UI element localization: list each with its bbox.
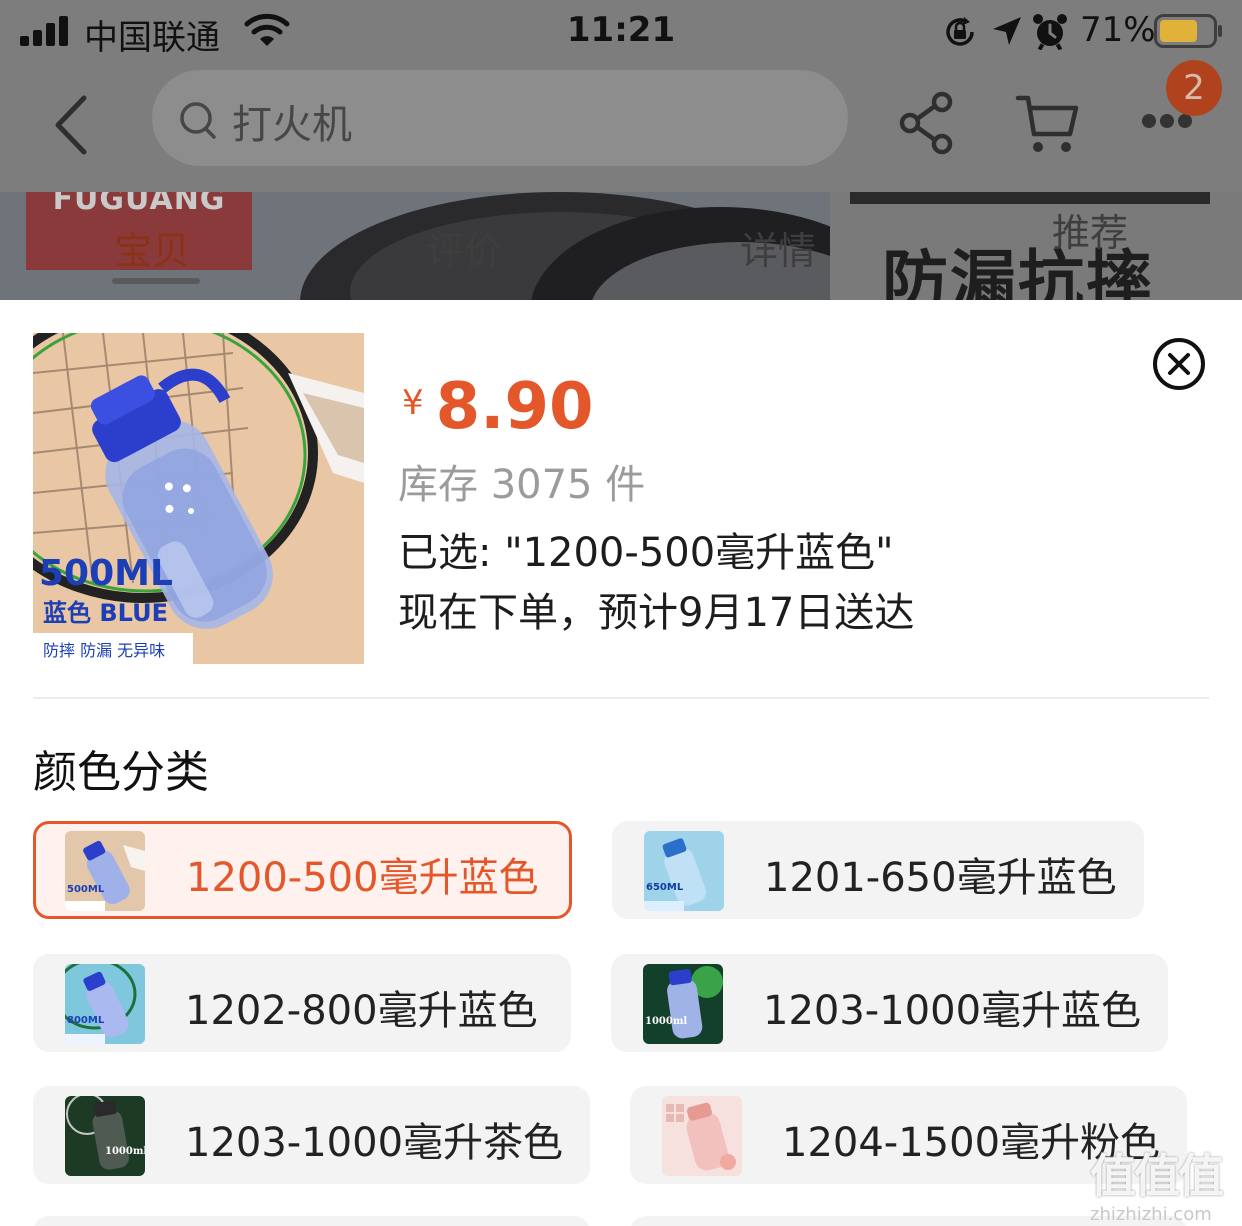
cart-icon[interactable] [1014,90,1080,156]
image-features-text: 防摔 防漏 无异味 [43,641,165,660]
location-icon [993,17,1021,45]
divider [33,697,1209,699]
status-bar: 中国联通 11:21 71% [0,0,1242,64]
thumb-volume: 650ML [646,882,684,893]
search-text: 打火机 [232,102,352,148]
sku-thumbnail: 500ML [65,831,145,911]
price-value: 8.90 [435,370,594,444]
product-image[interactable]: 500ML 蓝色 BLUE 防摔 防漏 无异味 [33,333,364,664]
price: ¥8.90 [402,370,594,444]
delivery-estimate: 现在下单，预计9月17日送达 [398,590,915,636]
sku-option-label: 1203-1000毫升蓝色 [763,988,1142,1034]
thumb-volume: 1000ml [105,1146,145,1157]
thumb-volume: 1000ml [645,1016,687,1027]
battery-percent: 71% [1080,10,1156,50]
image-volume-text: 500ML [39,553,173,594]
section-title-color: 颜色分类 [33,747,209,798]
sku-selection-sheet: 500ML 蓝色 BLUE 防摔 防漏 无异味 ¥8.90 库存 3075 件 … [0,300,1242,1226]
sku-thumbnail [662,1096,742,1176]
navigation-bar: 打火机 2 [0,60,1242,192]
sku-option-label: 1201-650毫升蓝色 [764,855,1117,901]
water-bottle-image: 500ML 蓝色 BLUE 防摔 防漏 无异味 [33,333,364,664]
sku-thumbnail: 1000ml [65,1096,145,1176]
battery-icon [1154,14,1222,48]
sku-option-1200-500-blue[interactable]: 500ML 1200-500毫升蓝色 [33,821,572,919]
sku-option-label: 1203-1000毫升茶色 [185,1120,564,1166]
sku-option-1202-800-blue[interactable]: 800ML 1202-800毫升蓝色 [33,954,571,1052]
thumb-volume: 500ML [67,884,105,895]
tab-details[interactable]: 详情 [740,220,816,275]
tab-baobei[interactable]: 宝贝 [114,220,190,275]
close-icon[interactable] [1152,337,1206,391]
sku-option-1201-650-blue[interactable]: 650ML 1201-650毫升蓝色 [612,821,1144,919]
screen: 中国联通 11:21 71% 打火机 2 FUGUANG 宝贝 评价 详情 防漏… [0,0,1242,1226]
back-icon[interactable] [44,90,104,160]
sku-option-label: 1202-800毫升蓝色 [185,988,538,1034]
dimmed-background-page: 中国联通 11:21 71% 打火机 2 FUGUANG 宝贝 评价 详情 防漏… [0,0,1242,300]
search-icon [180,102,216,139]
active-tab-indicator [112,278,200,284]
sku-option-partial[interactable] [33,1216,590,1226]
thumb-volume: 800ML [67,1015,105,1026]
search-bar[interactable]: 打火机 [152,70,848,166]
orientation-lock-icon [946,17,974,46]
stock-text: 库存 3075 件 [398,462,646,508]
sku-thumbnail: 1000ml [643,964,723,1044]
watermark-url: zhizhizhi.com [1090,1204,1212,1225]
currency-symbol: ¥ [402,383,424,423]
sku-option-1203-1000-blue[interactable]: 1000ml 1203-1000毫升蓝色 [611,954,1168,1052]
sku-option-1203-1000-tea[interactable]: 1000ml 1203-1000毫升茶色 [33,1086,590,1184]
alarm-icon [1033,14,1067,50]
product-banner: FUGUANG 宝贝 评价 详情 防漏抗摔 推荐 [0,192,1242,300]
cart-count-badge: 2 [1166,60,1222,116]
brand-logo: FUGUANG [52,192,226,217]
sku-thumbnail: 800ML [65,964,145,1044]
share-icon[interactable] [898,90,956,156]
tab-recommend[interactable]: 推荐 [1052,202,1128,257]
watermark: 值值值 zhizhizhi.com [1090,1140,1240,1226]
selected-sku-text: 已选: "1200-500毫升蓝色" [398,530,894,576]
sku-option-label: 1200-500毫升蓝色 [186,855,539,901]
watermark-logo: 值值值 [1090,1149,1224,1203]
tab-reviews[interactable]: 评价 [426,220,502,275]
image-color-text: 蓝色 BLUE [43,599,168,627]
sku-thumbnail: 650ML [644,831,724,911]
